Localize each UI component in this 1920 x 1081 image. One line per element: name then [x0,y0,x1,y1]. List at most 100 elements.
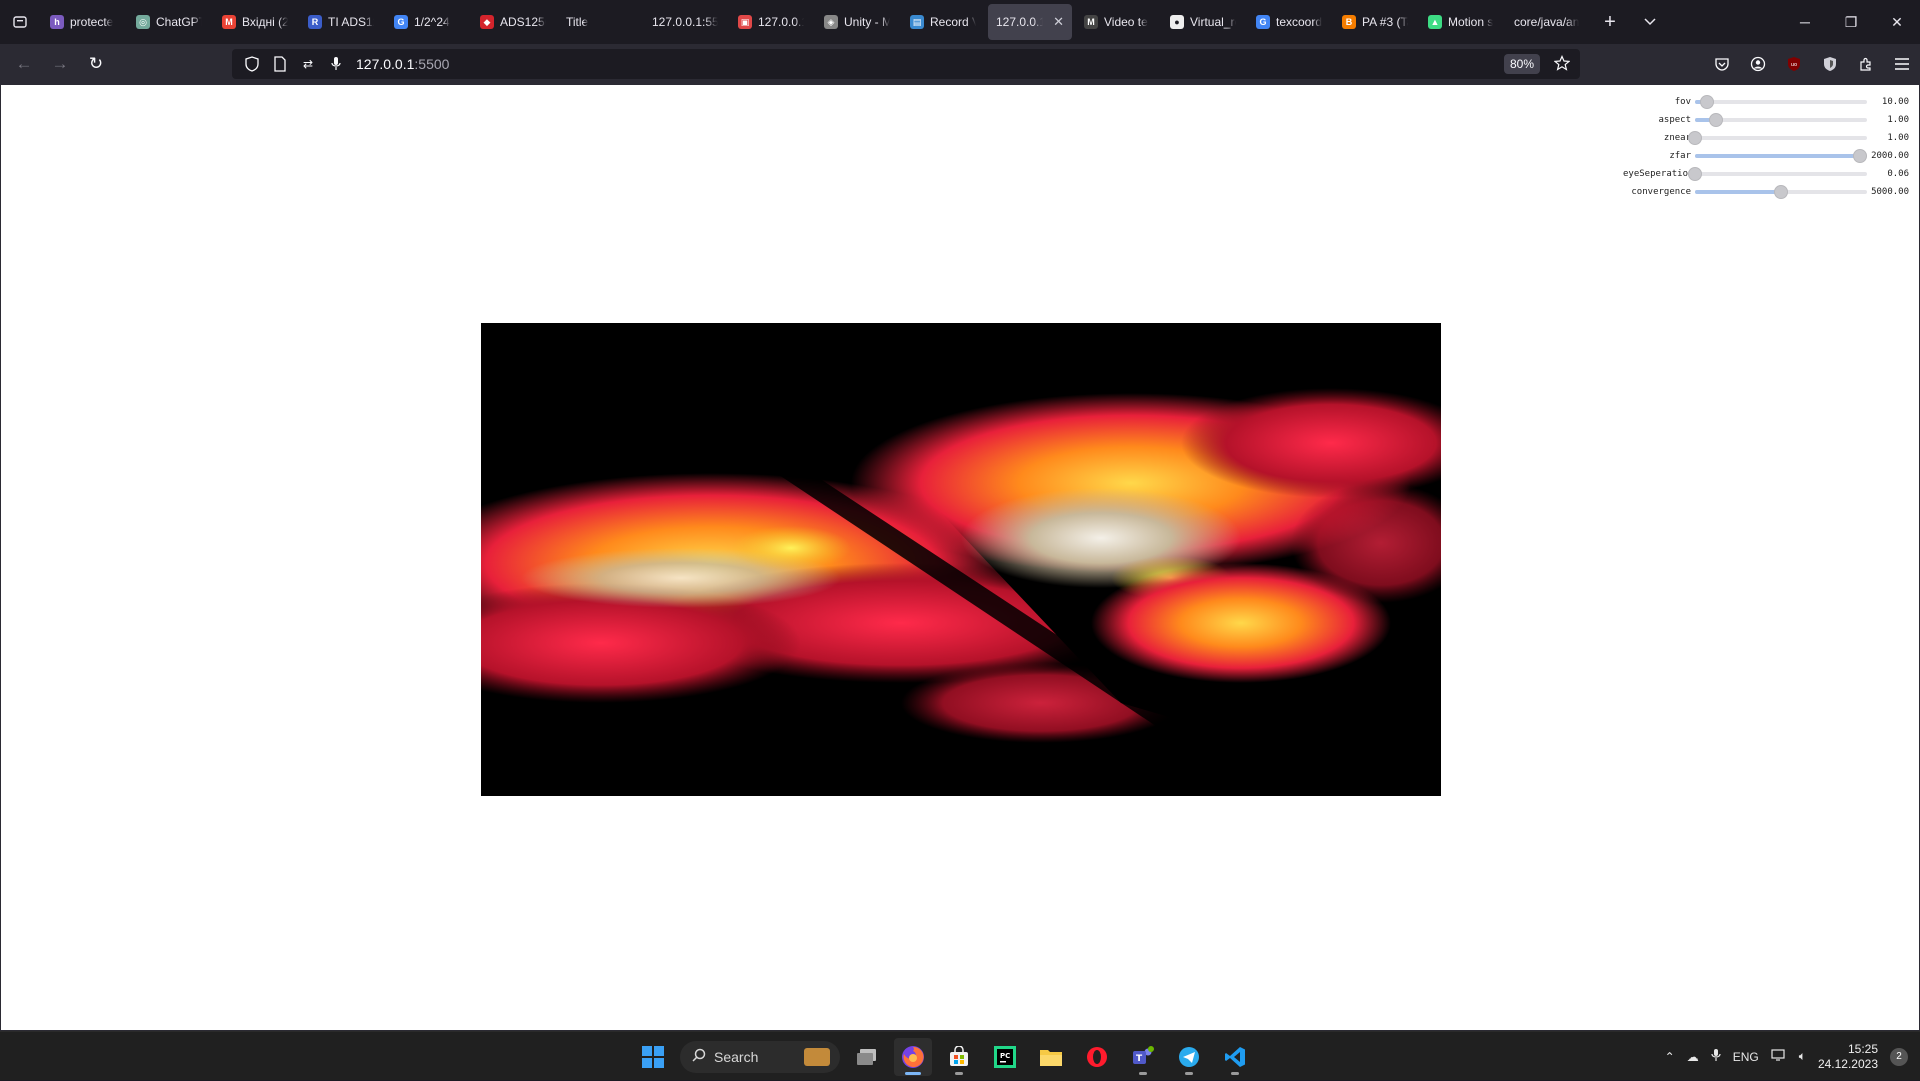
close-tab-icon[interactable]: ✕ [1053,14,1064,30]
search-highlight-icon [804,1047,830,1066]
search-icon [692,1048,706,1065]
task-view-icon[interactable] [848,1038,886,1076]
minimize-icon[interactable]: ─ [1782,0,1828,44]
forward-icon[interactable]: → [42,48,78,80]
restore-icon[interactable]: ❐ [1828,0,1874,44]
control-value: 5000.00 [1871,187,1909,197]
notification-badge[interactable]: 2 [1890,1047,1908,1066]
browser-tab[interactable]: Gtexcoord [1248,4,1330,40]
slider-handle[interactable] [1708,113,1723,127]
browser-tab[interactable]: ▣ 127.0.0.1 [730,4,812,40]
browser-tab[interactable]: core/java/an [1506,4,1588,40]
tab-title: 1/2^24 [414,15,450,29]
privacy-badger-icon[interactable] [1812,48,1848,80]
teams-icon[interactable]: T [1124,1038,1162,1076]
slider-fill [1695,154,1861,158]
browser-tab[interactable]: Title [558,4,640,40]
taskbar-search-box[interactable]: Search [680,1040,840,1073]
telegram-icon[interactable] [1170,1038,1208,1076]
onedrive-cloud-icon[interactable]: ☁ [1687,1050,1699,1064]
record-icon: ▣ [738,15,752,29]
browser-tab[interactable]: G 1/2^24 [386,4,468,40]
svg-text:PC: PC [1000,1052,1010,1060]
tab-list: h protecte ◎ ChatGPT M Вхідні (2 R TI ADS12 G 1/2… [40,0,1590,44]
slider-handle[interactable] [1688,167,1702,181]
opera-icon[interactable] [1078,1038,1116,1076]
slider-track[interactable] [1695,95,1867,109]
microphone-icon[interactable] [328,56,344,72]
tracking-protection-shield-icon[interactable] [244,56,260,72]
bookmark-star-icon[interactable] [1553,55,1571,76]
close-window-icon[interactable]: ✕ [1874,0,1920,44]
browser-tab[interactable]: M Video te [1076,4,1158,40]
control-label: eyeSeperation [1623,169,1694,179]
zoom-level-button[interactable]: 80% [1503,54,1540,74]
url-port: :5500 [414,56,450,72]
rc-icon: R [308,15,322,29]
slider-handle[interactable] [1774,185,1788,199]
microphone-tray-icon[interactable] [1711,1048,1721,1065]
window-controls: ─ ❐ ✕ [1782,0,1920,44]
clock-time: 15:25 [1847,1041,1878,1056]
control-value: 1.00 [1887,133,1909,143]
pocket-icon[interactable] [1704,48,1740,80]
slider-track[interactable] [1695,113,1867,127]
account-icon[interactable] [1740,48,1776,80]
slider-handle[interactable] [1688,131,1702,145]
tab-title: protecte [70,15,114,29]
slider-handle[interactable] [1853,149,1868,163]
vscode-icon[interactable] [1216,1038,1254,1076]
browser-tab[interactable]: ◎ ChatGPT [128,4,210,40]
browser-tab[interactable]: h protecte [42,4,124,40]
google-icon: G [1256,15,1270,29]
browser-tab[interactable]: ● Virtual_re [1162,4,1244,40]
control-value: 0.06 [1887,169,1909,179]
extensions-icon[interactable] [1848,48,1884,80]
browser-tab[interactable]: B PA #3 (Ta [1334,4,1416,40]
chevron-up-icon[interactable]: ⌃ [1665,1050,1675,1064]
taskbar-apps: Search PC T [634,1032,1254,1081]
android-icon: ▲ [1428,15,1442,29]
ublock-origin-icon[interactable]: uo [1776,48,1812,80]
browser-tab[interactable]: ◆ ADS1256 [472,4,554,40]
slider-track[interactable] [1695,185,1867,199]
navigation-toolbar: ← → ↻ ⇄ 127.0.0.1:5500 80% uo [0,44,1920,84]
new-tab-icon[interactable]: + [1590,2,1630,42]
tab-title: Video te [1104,15,1148,29]
tab-title: Вхідні (2 [242,15,288,29]
tab-title: PA #3 (Ta [1362,15,1408,29]
browser-tab[interactable]: ▤ Record V [902,4,984,40]
file-explorer-icon[interactable] [1032,1038,1070,1076]
url-bar[interactable]: ⇄ 127.0.0.1:5500 80% [232,49,1580,79]
menu-hamburger-icon[interactable] [1884,48,1920,80]
network-icon[interactable] [1771,1048,1787,1065]
back-icon[interactable]: ← [6,48,42,80]
page-info-icon[interactable] [272,56,288,72]
stereo-video-canvas[interactable] [481,323,1441,796]
red-diamond-icon: ◆ [480,15,494,29]
browser-tab[interactable]: 127.0.0.1:550 [644,4,726,40]
firefox-view-icon[interactable] [0,2,40,42]
browser-tab[interactable]: R TI ADS12 [300,4,382,40]
clock[interactable]: 15:25 24.12.2023 [1818,1042,1878,1072]
slider-handle[interactable] [1700,95,1715,109]
browser-tab[interactable]: ◈ Unity - M [816,4,898,40]
browser-tab[interactable]: M Вхідні (2 [214,4,296,40]
pycharm-icon[interactable]: PC [986,1038,1024,1076]
control-label: fov [1674,97,1691,107]
store-icon[interactable] [940,1038,978,1076]
clock-date: 24.12.2023 [1817,1056,1878,1071]
firefox-icon[interactable] [894,1037,932,1076]
browser-tab[interactable]: 127.0.0.1:5 ✕ [988,4,1072,40]
list-all-tabs-icon[interactable] [1630,2,1670,42]
windows-start-icon[interactable] [634,1038,672,1076]
browser-tab[interactable]: ▲ Motion s [1420,4,1502,40]
language-indicator[interactable]: ENG [1733,1050,1759,1064]
slider-track[interactable] [1695,149,1868,163]
volume-icon[interactable]: 🔈︎ [1799,1049,1806,1064]
slider-track[interactable] [1688,167,1867,181]
url-text[interactable]: 127.0.0.1:5500 [356,56,449,72]
permissions-icon[interactable]: ⇄ [300,56,316,72]
reload-icon[interactable]: ↻ [78,48,114,80]
slider-track[interactable] [1688,131,1867,145]
